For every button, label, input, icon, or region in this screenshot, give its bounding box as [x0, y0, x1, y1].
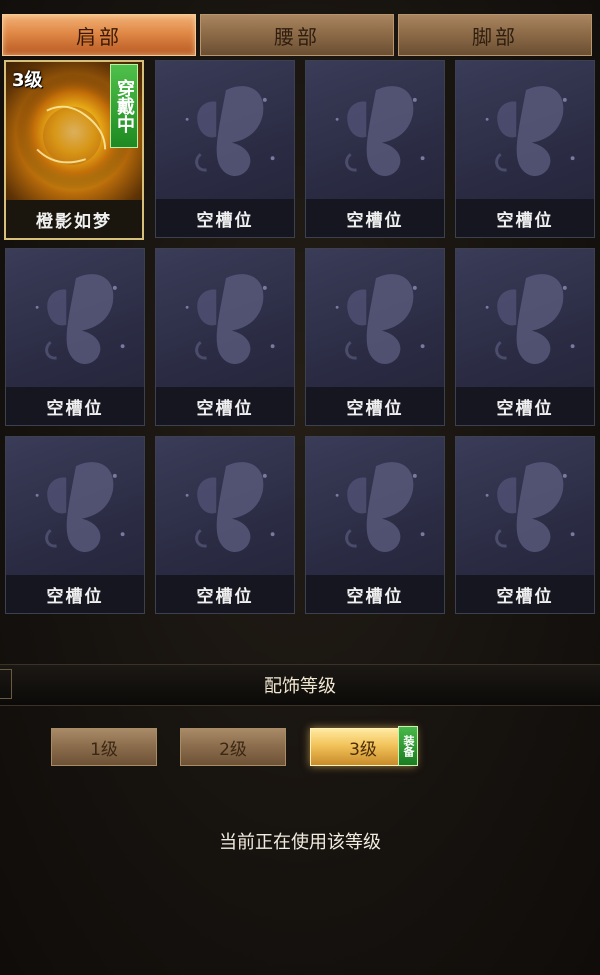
butterfly-icon — [485, 86, 575, 177]
empty-slot[interactable]: 空槽位 — [305, 60, 445, 238]
level-1-button[interactable]: 1级 — [51, 728, 157, 766]
empty-slot[interactable]: 空槽位 — [305, 436, 445, 614]
level-2-button[interactable]: 2级 — [180, 728, 286, 766]
tab-foot[interactable]: 脚部 — [398, 14, 592, 56]
butterfly-icon — [185, 274, 275, 365]
section-title: 配饰等级 — [264, 676, 336, 697]
butterfly-icon — [35, 462, 125, 553]
butterfly-icon — [335, 462, 425, 553]
empty-slot[interactable]: 空槽位 — [455, 60, 595, 238]
tab-waist[interactable]: 腰部 — [200, 14, 394, 56]
slot-label: 空槽位 — [306, 575, 444, 613]
empty-slot[interactable]: 空槽位 — [155, 436, 295, 614]
butterfly-icon — [485, 462, 575, 553]
tab-shoulder[interactable]: 肩部 — [2, 14, 196, 56]
butterfly-icon — [185, 462, 275, 553]
slot-label: 空槽位 — [456, 199, 594, 237]
equipped-slot[interactable]: 3级 穿戴中 橙影如梦 — [4, 60, 144, 240]
slot-label: 空槽位 — [306, 387, 444, 425]
slot-label: 空槽位 — [306, 199, 444, 237]
equipped-badge: 装备 — [398, 726, 418, 766]
accessory-level-header: 配饰等级 — [0, 664, 600, 706]
slot-label: 橙影如梦 — [6, 200, 142, 238]
empty-slot[interactable]: 空槽位 — [455, 248, 595, 426]
butterfly-icon — [335, 86, 425, 177]
slot-label: 空槽位 — [156, 575, 294, 613]
butterfly-icon — [185, 86, 275, 177]
slot-label: 空槽位 — [6, 575, 144, 613]
slot-label: 空槽位 — [456, 387, 594, 425]
butterfly-icon — [335, 274, 425, 365]
slot-label: 空槽位 — [6, 387, 144, 425]
empty-slot[interactable]: 空槽位 — [5, 436, 145, 614]
empty-slot[interactable]: 空槽位 — [5, 248, 145, 426]
butterfly-icon — [485, 274, 575, 365]
item-level-tag: 3级 — [12, 70, 43, 91]
slot-category-tabs: 肩部 腰部 脚部 — [0, 0, 600, 60]
slot-label: 空槽位 — [156, 199, 294, 237]
slot-label: 空槽位 — [156, 387, 294, 425]
slot-label: 空槽位 — [456, 575, 594, 613]
empty-slot[interactable]: 空槽位 — [155, 248, 295, 426]
wearing-badge: 穿戴中 — [110, 64, 138, 148]
empty-slot[interactable]: 空槽位 — [455, 436, 595, 614]
empty-slot[interactable]: 空槽位 — [155, 60, 295, 238]
butterfly-icon — [35, 274, 125, 365]
level-status-text: 当前正在使用该等级 — [219, 832, 381, 853]
empty-slot[interactable]: 空槽位 — [305, 248, 445, 426]
